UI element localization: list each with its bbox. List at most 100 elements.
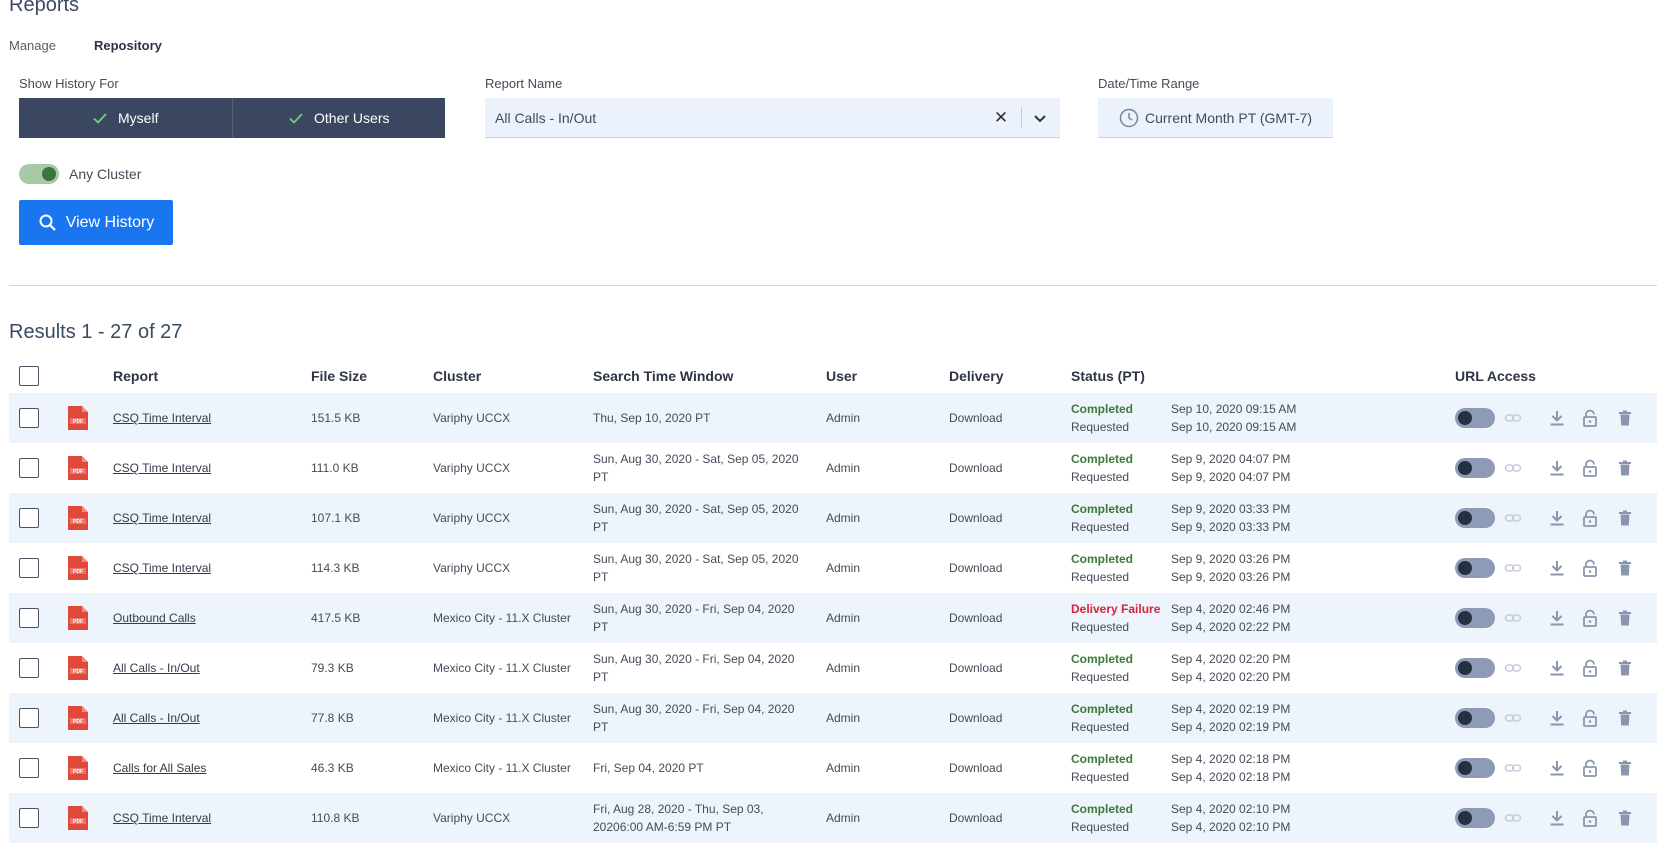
myself-label: Myself	[118, 110, 159, 126]
requested-label: Requested	[1071, 570, 1130, 584]
search-window: Sun, Aug 30, 2020 - Sat, Sep 05, 2020 PT	[593, 543, 811, 593]
col-delivery[interactable]: Delivery	[949, 358, 1003, 393]
link-icon[interactable]	[1503, 458, 1523, 478]
status-time: Sep 4, 2020 02:18 PM	[1171, 752, 1291, 766]
col-status[interactable]: Status (PT)	[1071, 358, 1145, 393]
download-icon[interactable]	[1547, 658, 1567, 678]
report-link[interactable]: Calls for All Sales	[113, 761, 206, 775]
myself-button[interactable]: Myself	[19, 98, 232, 138]
row-checkbox[interactable]	[19, 608, 39, 628]
trash-icon[interactable]	[1615, 508, 1635, 528]
report-link[interactable]: CSQ Time Interval	[113, 561, 211, 575]
row-checkbox[interactable]	[19, 458, 39, 478]
download-icon[interactable]	[1547, 408, 1567, 428]
url-access-toggle[interactable]	[1455, 658, 1495, 678]
chevron-down-icon[interactable]	[1030, 108, 1050, 128]
requested-time: Sep 4, 2020 02:18 PM	[1171, 770, 1291, 784]
date-range-button[interactable]: Current Month PT (GMT-7)	[1098, 98, 1333, 138]
report-link[interactable]: CSQ Time Interval	[113, 811, 211, 825]
link-icon[interactable]	[1503, 558, 1523, 578]
trash-icon[interactable]	[1615, 408, 1635, 428]
lock-icon[interactable]	[1580, 558, 1600, 578]
col-search-window[interactable]: Search Time Window	[593, 358, 733, 393]
link-icon[interactable]	[1503, 608, 1523, 628]
url-access-toggle[interactable]	[1455, 408, 1495, 428]
report-link[interactable]: Outbound Calls	[113, 611, 196, 625]
row-checkbox[interactable]	[19, 408, 39, 428]
url-access-toggle[interactable]	[1455, 608, 1495, 628]
url-access-toggle[interactable]	[1455, 458, 1495, 478]
link-icon[interactable]	[1503, 508, 1523, 528]
link-icon[interactable]	[1503, 758, 1523, 778]
download-icon[interactable]	[1547, 458, 1567, 478]
link-icon[interactable]	[1503, 708, 1523, 728]
url-access-toggle[interactable]	[1455, 758, 1495, 778]
lock-icon[interactable]	[1580, 658, 1600, 678]
url-access-toggle[interactable]	[1455, 808, 1495, 828]
lock-icon[interactable]	[1580, 458, 1600, 478]
delivery-type: Download	[949, 611, 1003, 625]
col-user[interactable]: User	[826, 358, 857, 393]
col-url-access[interactable]: URL Access	[1455, 358, 1536, 393]
col-report[interactable]: Report	[113, 358, 158, 393]
link-icon[interactable]	[1503, 808, 1523, 828]
other-users-button[interactable]: Other Users	[231, 98, 446, 138]
row-checkbox[interactable]	[19, 558, 39, 578]
lock-icon[interactable]	[1580, 708, 1600, 728]
url-access-toggle[interactable]	[1455, 558, 1495, 578]
status-badge: Delivery Failure	[1071, 602, 1161, 616]
download-icon[interactable]	[1547, 558, 1567, 578]
report-link[interactable]: All Calls - In/Out	[113, 711, 200, 725]
trash-icon[interactable]	[1615, 608, 1635, 628]
col-cluster[interactable]: Cluster	[433, 358, 481, 393]
report-link[interactable]: CSQ Time Interval	[113, 411, 211, 425]
url-access-toggle[interactable]	[1455, 508, 1495, 528]
report-link[interactable]: CSQ Time Interval	[113, 461, 211, 475]
link-icon[interactable]	[1503, 658, 1523, 678]
table-row: PDF CSQ Time Interval 151.5 KB Variphy U…	[9, 393, 1657, 443]
row-checkbox[interactable]	[19, 658, 39, 678]
download-icon[interactable]	[1547, 758, 1567, 778]
svg-text:PDF: PDF	[73, 519, 83, 525]
download-icon[interactable]	[1547, 608, 1567, 628]
tab-manage[interactable]: Manage	[9, 38, 56, 53]
col-file-size[interactable]: File Size	[311, 358, 367, 393]
trash-icon[interactable]	[1615, 758, 1635, 778]
lock-icon[interactable]	[1580, 758, 1600, 778]
lock-icon[interactable]	[1580, 608, 1600, 628]
select-all-checkbox[interactable]	[19, 365, 39, 386]
tab-repository[interactable]: Repository	[94, 38, 162, 53]
status-cell: Completed Requested	[1071, 793, 1133, 843]
trash-icon[interactable]	[1615, 458, 1635, 478]
lock-icon[interactable]	[1580, 408, 1600, 428]
status-times: Sep 10, 2020 09:15 AM Sep 10, 2020 09:15…	[1171, 393, 1296, 443]
row-checkbox[interactable]	[19, 708, 39, 728]
cluster-name: Variphy UCCX	[433, 811, 511, 825]
trash-icon[interactable]	[1615, 708, 1635, 728]
lock-icon[interactable]	[1580, 808, 1600, 828]
search-window: Sun, Aug 30, 2020 - Fri, Sep 04, 2020 PT	[593, 643, 811, 693]
view-history-button[interactable]: View History	[19, 200, 173, 245]
download-icon[interactable]	[1547, 808, 1567, 828]
trash-icon[interactable]	[1615, 558, 1635, 578]
delivery-type: Download	[949, 461, 1003, 475]
report-link[interactable]: CSQ Time Interval	[113, 511, 211, 525]
status-badge: Completed	[1071, 652, 1134, 666]
search-icon	[39, 214, 56, 231]
status-cell: Completed Requested	[1071, 393, 1133, 443]
clear-icon[interactable]: ✕	[991, 108, 1011, 128]
url-access-toggle[interactable]	[1455, 708, 1495, 728]
any-cluster-toggle[interactable]	[19, 164, 59, 184]
trash-icon[interactable]	[1615, 808, 1635, 828]
trash-icon[interactable]	[1615, 658, 1635, 678]
download-icon[interactable]	[1547, 708, 1567, 728]
row-checkbox[interactable]	[19, 808, 39, 828]
link-icon[interactable]	[1503, 408, 1523, 428]
report-link[interactable]: All Calls - In/Out	[113, 661, 200, 675]
row-checkbox[interactable]	[19, 508, 39, 528]
lock-icon[interactable]	[1580, 508, 1600, 528]
table-row: PDF CSQ Time Interval 107.1 KB Variphy U…	[9, 493, 1657, 543]
download-icon[interactable]	[1547, 508, 1567, 528]
report-name-select[interactable]: All Calls - In/Out ✕	[485, 98, 1060, 138]
row-checkbox[interactable]	[19, 758, 39, 778]
